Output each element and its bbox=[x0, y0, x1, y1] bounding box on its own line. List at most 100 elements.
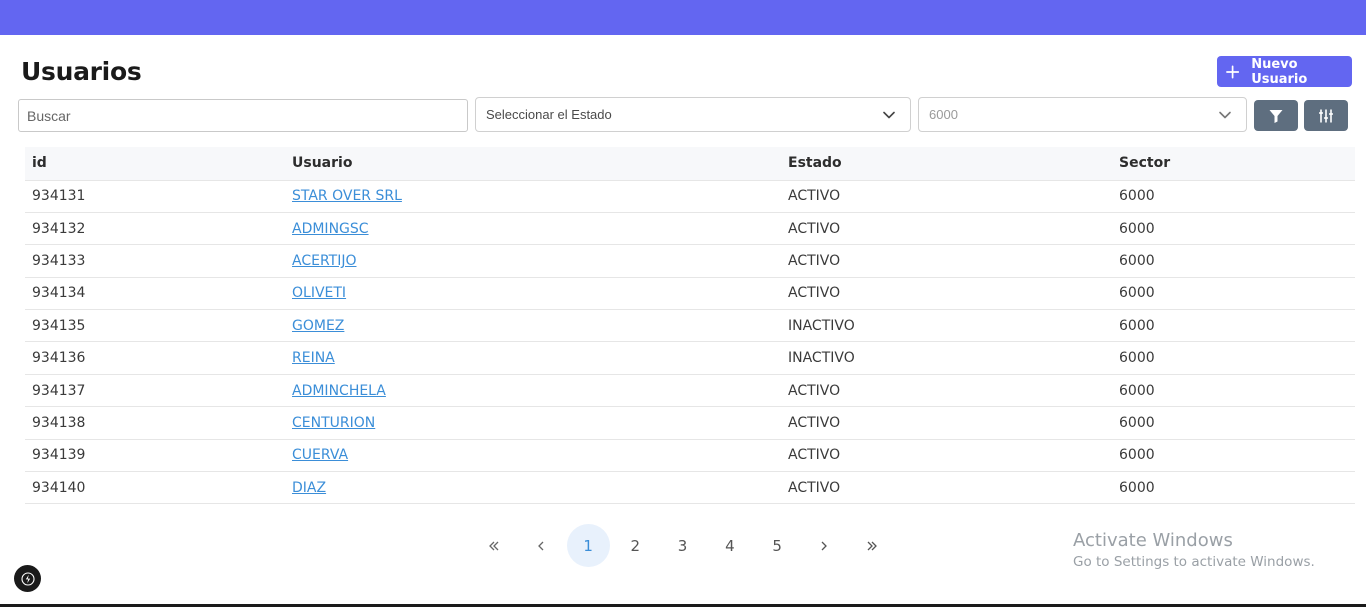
double-chevron-left-icon bbox=[488, 541, 499, 550]
table-row: 934138 CENTURION ACTIVO 6000 bbox=[25, 406, 1355, 440]
columns-icon bbox=[1319, 109, 1333, 122]
cell-id: 934131 bbox=[25, 180, 285, 213]
table-header-row: id Usuario Estado Sector bbox=[25, 147, 1355, 181]
cell-estado: ACTIVO bbox=[781, 406, 1112, 440]
dev-tools-button[interactable] bbox=[14, 565, 41, 592]
cell-id: 934140 bbox=[25, 471, 285, 505]
cell-id: 934139 bbox=[25, 439, 285, 473]
previous-page-button[interactable] bbox=[517, 524, 564, 567]
page-button-3[interactable]: 3 bbox=[659, 524, 706, 567]
cell-sector: 6000 bbox=[1112, 212, 1355, 246]
cell-usuario: ADMINCHELA bbox=[285, 374, 781, 408]
estado-select[interactable]: Seleccionar el Estado bbox=[475, 97, 911, 132]
cell-estado: ACTIVO bbox=[781, 212, 1112, 246]
table-row: 934140 DIAZ ACTIVO 6000 bbox=[25, 471, 1355, 505]
table-row: 934136 REINA INACTIVO 6000 bbox=[25, 341, 1355, 375]
new-user-button-label: Nuevo Usuario bbox=[1251, 56, 1308, 87]
cell-usuario: CUERVA bbox=[285, 439, 781, 473]
cell-id: 934136 bbox=[25, 341, 285, 375]
chevron-down-icon bbox=[883, 111, 895, 119]
cell-id: 934138 bbox=[25, 406, 285, 440]
cell-sector: 6000 bbox=[1112, 277, 1355, 311]
cell-estado: ACTIVO bbox=[781, 471, 1112, 505]
table-row: 934131 STAR OVER SRL ACTIVO 6000 bbox=[25, 180, 1355, 213]
table-row: 934133 ACERTIJO ACTIVO 6000 bbox=[25, 244, 1355, 278]
double-chevron-right-icon bbox=[867, 541, 877, 550]
table-row: 934132 ADMINGSC ACTIVO 6000 bbox=[25, 212, 1355, 246]
new-user-button[interactable]: Nuevo Usuario bbox=[1217, 56, 1352, 87]
cell-estado: ACTIVO bbox=[781, 244, 1112, 278]
cell-estado: ACTIVO bbox=[781, 374, 1112, 408]
cell-usuario: STAR OVER SRL bbox=[285, 180, 781, 213]
user-link[interactable]: OLIVETI bbox=[292, 285, 346, 301]
cell-usuario: DIAZ bbox=[285, 471, 781, 505]
user-link[interactable]: ACERTIJO bbox=[292, 253, 357, 269]
user-link[interactable]: DIAZ bbox=[292, 480, 326, 496]
page-button-2[interactable]: 2 bbox=[612, 524, 659, 567]
filter-button[interactable] bbox=[1254, 100, 1298, 131]
user-link[interactable]: ADMINGSC bbox=[292, 221, 369, 237]
watermark-title: Activate Windows bbox=[1073, 530, 1233, 551]
user-link[interactable]: STAR OVER SRL bbox=[292, 188, 402, 204]
cell-estado: ACTIVO bbox=[781, 180, 1112, 213]
plus-icon bbox=[1226, 65, 1240, 78]
column-header-usuario[interactable]: Usuario bbox=[285, 147, 781, 181]
table-row: 934134 OLIVETI ACTIVO 6000 bbox=[25, 277, 1355, 311]
lightning-icon bbox=[20, 571, 35, 586]
user-link[interactable]: ADMINCHELA bbox=[292, 383, 386, 399]
column-header-estado[interactable]: Estado bbox=[781, 147, 1112, 181]
cell-id: 934133 bbox=[25, 244, 285, 278]
next-page-button[interactable] bbox=[801, 524, 848, 567]
cell-sector: 6000 bbox=[1112, 439, 1355, 473]
user-link[interactable]: CUERVA bbox=[292, 447, 348, 463]
page-button-4[interactable]: 4 bbox=[706, 524, 753, 567]
chevron-down-icon bbox=[1219, 111, 1231, 119]
table-row: 934139 CUERVA ACTIVO 6000 bbox=[25, 439, 1355, 473]
page-button-1[interactable]: 1 bbox=[566, 524, 610, 567]
page-button-5[interactable]: 5 bbox=[753, 524, 800, 567]
last-page-button[interactable] bbox=[848, 524, 895, 567]
cell-estado: INACTIVO bbox=[781, 341, 1112, 375]
user-link[interactable]: CENTURION bbox=[292, 415, 375, 431]
top-bar bbox=[0, 0, 1366, 35]
cell-sector: 6000 bbox=[1112, 471, 1355, 505]
cell-sector: 6000 bbox=[1112, 244, 1355, 278]
estado-select-placeholder: Seleccionar el Estado bbox=[486, 107, 612, 122]
table-row: 934137 ADMINCHELA ACTIVO 6000 bbox=[25, 374, 1355, 408]
cell-id: 934134 bbox=[25, 277, 285, 311]
cell-usuario: GOMEZ bbox=[285, 309, 781, 343]
cell-usuario: REINA bbox=[285, 341, 781, 375]
user-link[interactable]: GOMEZ bbox=[292, 318, 344, 334]
cell-id: 934132 bbox=[25, 212, 285, 246]
cell-usuario: ADMINGSC bbox=[285, 212, 781, 246]
search-input[interactable] bbox=[18, 99, 468, 132]
cell-id: 934137 bbox=[25, 374, 285, 408]
cell-sector: 6000 bbox=[1112, 180, 1355, 213]
watermark-subtitle: Go to Settings to activate Windows. bbox=[1073, 554, 1315, 570]
cell-usuario: OLIVETI bbox=[285, 277, 781, 311]
chevron-left-icon bbox=[538, 541, 544, 550]
page-title: Usuarios bbox=[21, 57, 142, 86]
cell-sector: 6000 bbox=[1112, 406, 1355, 440]
pagination: 1 2 3 4 5 bbox=[470, 524, 895, 567]
sector-select-value: 6000 bbox=[929, 107, 958, 122]
filter-icon bbox=[1269, 109, 1283, 123]
first-page-button[interactable] bbox=[470, 524, 517, 567]
cell-estado: ACTIVO bbox=[781, 439, 1112, 473]
chevron-right-icon bbox=[821, 541, 828, 550]
cell-usuario: ACERTIJO bbox=[285, 244, 781, 278]
sector-select[interactable]: 6000 bbox=[918, 97, 1247, 132]
cell-estado: ACTIVO bbox=[781, 277, 1112, 311]
users-table: id Usuario Estado Sector 934131 STAR OVER… bbox=[25, 147, 1355, 505]
table-row: 934135 GOMEZ INACTIVO 6000 bbox=[25, 309, 1355, 343]
cell-sector: 6000 bbox=[1112, 309, 1355, 343]
cell-sector: 6000 bbox=[1112, 341, 1355, 375]
user-link[interactable]: REINA bbox=[292, 350, 335, 366]
cell-estado: INACTIVO bbox=[781, 309, 1112, 343]
column-header-id[interactable]: id bbox=[25, 147, 285, 181]
column-header-sector[interactable]: Sector bbox=[1112, 147, 1355, 181]
cell-sector: 6000 bbox=[1112, 374, 1355, 408]
columns-button[interactable] bbox=[1304, 100, 1348, 131]
cell-usuario: CENTURION bbox=[285, 406, 781, 440]
cell-id: 934135 bbox=[25, 309, 285, 343]
